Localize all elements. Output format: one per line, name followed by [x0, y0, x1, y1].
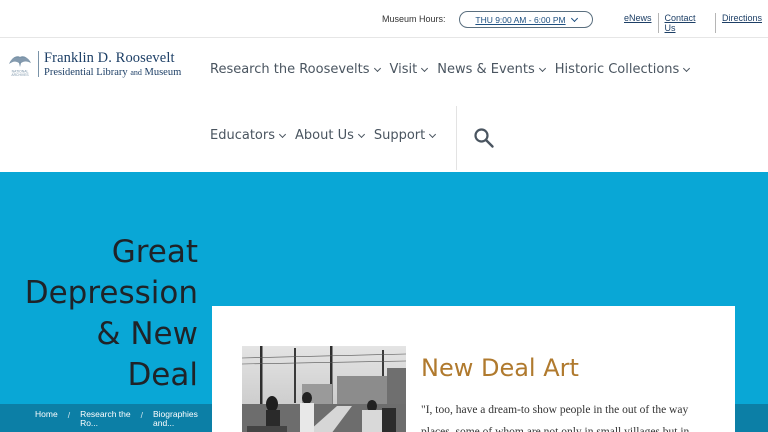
chevron-down-icon — [570, 14, 578, 22]
nav-label: Visit — [389, 62, 418, 77]
search-icon — [474, 128, 494, 148]
chevron-down-icon — [683, 64, 691, 72]
chevron-down-icon — [429, 130, 437, 138]
enews-link[interactable]: eNews — [620, 13, 658, 33]
breadcrumb-research[interactable]: Research the Ro... — [80, 410, 131, 428]
nav-label: Historic Collections — [554, 62, 680, 77]
page-title-line: Depression — [24, 275, 198, 311]
national-archives-eagle-icon: NATIONAL ARCHIVES — [7, 51, 33, 77]
breadcrumb-label: Home — [35, 409, 58, 419]
card-text-line: places, some of whom are not only in sma… — [421, 426, 690, 432]
nav-historic-collections[interactable]: Historic Collections — [554, 62, 691, 77]
logo-line-1: Franklin D. Roosevelt — [44, 50, 175, 66]
nav-label: News & Events — [437, 62, 535, 77]
content-card: New Deal Art "I, too, have a dream-to sh… — [212, 306, 735, 432]
logo-line-2: Presidential Library and Museum — [44, 66, 182, 79]
page-title-line: Great — [111, 234, 198, 270]
breadcrumb-separator: / — [140, 410, 143, 420]
nav-divider — [456, 106, 457, 170]
chevron-down-icon — [421, 64, 429, 72]
directions-link[interactable]: Directions — [714, 13, 768, 33]
nav-news-events[interactable]: News & Events — [437, 62, 546, 77]
museum-hours-label: Museum Hours: — [382, 14, 446, 24]
breadcrumb-label: Ro... — [80, 417, 99, 428]
logo-line-2c: Museum — [144, 66, 182, 78]
chevron-down-icon — [538, 64, 546, 72]
nav-label: Research the Roosevelts — [210, 62, 370, 77]
card-title: New Deal Art — [421, 354, 579, 382]
nav-label: Educators — [210, 128, 275, 143]
logo-divider — [38, 51, 39, 77]
card-excerpt: "I, too, have a dream-to show people in … — [421, 399, 711, 432]
search-button[interactable] — [473, 127, 495, 149]
logo-line-2b: and — [130, 67, 142, 77]
breadcrumb: Home / Research the Ro... / Biographies … — [35, 410, 198, 428]
chevron-down-icon — [278, 130, 287, 138]
breadcrumb-home[interactable]: Home — [35, 410, 58, 428]
site-logo[interactable]: NATIONAL ARCHIVES Franklin D. Roosevelt … — [7, 51, 181, 78]
chevron-down-icon — [357, 130, 365, 138]
nav-support[interactable]: Support — [373, 128, 437, 143]
nav-educators[interactable]: Educators — [210, 128, 287, 143]
nav-research-the-roosevelts[interactable]: Research the Roosevelts — [210, 62, 381, 77]
contact-us-link[interactable]: Contact Us — [657, 13, 715, 33]
card-text-line: "I, too, have a dream-to show people in … — [421, 404, 689, 416]
logo-line-2a: Presidential Library — [44, 66, 128, 78]
site-header: NATIONAL ARCHIVES Franklin D. Roosevelt … — [0, 38, 768, 172]
page-title: Great Depression & New Deal — [0, 232, 198, 396]
main-nav-row-2: Educators About Us Support — [210, 128, 445, 143]
main-nav-row-1: Research the Roosevelts Visit News & Eve… — [210, 62, 699, 77]
page-title-line: & New — [96, 316, 198, 352]
chevron-down-icon — [373, 64, 381, 72]
utility-links: eNews Contact Us Directions — [620, 13, 768, 33]
svg-text:ARCHIVES: ARCHIVES — [11, 73, 29, 77]
nav-about-us[interactable]: About Us — [295, 128, 365, 143]
nav-visit[interactable]: Visit — [389, 62, 429, 77]
museum-hours-value: THU 9:00 AM - 6:00 PM — [475, 14, 566, 25]
page-title-line: Deal — [127, 357, 198, 393]
museum-hours-dropdown[interactable]: THU 9:00 AM - 6:00 PM — [459, 11, 593, 28]
breadcrumb-label: and... — [153, 417, 175, 428]
new-deal-art-photo — [242, 346, 406, 432]
utility-bar: Museum Hours: THU 9:00 AM - 6:00 PM eNew… — [0, 0, 768, 38]
nav-label: About Us — [295, 128, 354, 143]
breadcrumb-separator: / — [67, 410, 71, 420]
logo-text: Franklin D. Roosevelt Presidential Libra… — [44, 51, 181, 78]
breadcrumb-biographies[interactable]: Biographies and... — [153, 410, 198, 428]
nav-label: Support — [373, 128, 426, 143]
